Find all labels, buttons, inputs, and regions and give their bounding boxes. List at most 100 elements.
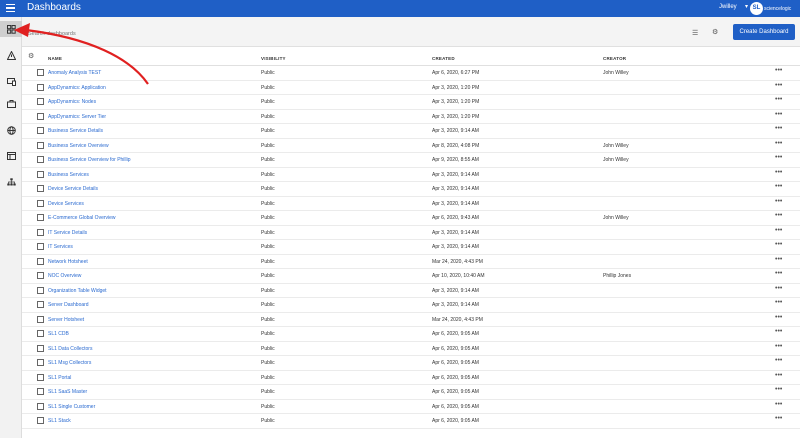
- create-dashboard-button[interactable]: Create Dashboard: [733, 24, 795, 40]
- more-options-icon[interactable]: •••: [775, 212, 782, 219]
- more-options-icon[interactable]: •••: [775, 256, 782, 263]
- column-header-created[interactable]: CREATED: [432, 56, 455, 61]
- row-checkbox[interactable]: [37, 228, 44, 236]
- more-options-icon[interactable]: •••: [775, 227, 782, 234]
- business-services-icon[interactable]: [0, 96, 22, 112]
- row-checkbox[interactable]: [37, 98, 44, 105]
- list-view-icon[interactable]: ☰: [692, 29, 698, 37]
- row-checkbox[interactable]: [37, 402, 44, 410]
- search-input[interactable]: [28, 27, 628, 41]
- table-row[interactable]: Network Hotsheet Public Mar 24, 2020, 4:43…: [22, 255, 800, 269]
- more-options-icon[interactable]: •••: [775, 67, 782, 74]
- dashboard-name-link[interactable]: Device Service Details: [48, 186, 98, 192]
- more-options-icon[interactable]: •••: [775, 169, 782, 176]
- table-row[interactable]: Anomaly Analysis TEST Public Apr 6, 2020, …: [22, 66, 800, 81]
- table-row[interactable]: Business Service Overview for Phillip Pub…: [22, 153, 800, 168]
- more-options-icon[interactable]: •••: [775, 386, 782, 393]
- dashboard-name-link[interactable]: SL1 Portal: [48, 375, 71, 381]
- more-options-icon[interactable]: •••: [775, 343, 782, 350]
- row-checkbox[interactable]: [37, 69, 44, 76]
- dashboard-name-link[interactable]: SL1 Msg Collectors: [48, 360, 91, 366]
- row-checkbox[interactable]: [37, 272, 44, 279]
- more-options-icon[interactable]: •••: [775, 125, 782, 132]
- column-header-visibility[interactable]: VISIBILITY: [261, 56, 286, 61]
- row-checkbox[interactable]: [37, 112, 44, 120]
- table-row[interactable]: SL1 Single Customer Public Apr 6, 2020, 9:…: [22, 400, 800, 414]
- more-options-icon[interactable]: •••: [775, 401, 782, 408]
- table-row[interactable]: AppDynamics: Application Public Apr 3, 202…: [22, 81, 800, 95]
- more-options-icon[interactable]: •••: [775, 357, 782, 364]
- alert-icon[interactable]: [0, 47, 22, 63]
- dashboard-name-link[interactable]: Device Services: [48, 201, 84, 207]
- table-row[interactable]: Organization Table Widget Public Apr 3, 20…: [22, 284, 800, 298]
- dashboard-name-link[interactable]: SL1 Single Customer: [48, 404, 95, 410]
- row-checkbox[interactable]: [37, 141, 44, 149]
- row-checkbox[interactable]: [37, 185, 44, 192]
- row-checkbox[interactable]: [37, 417, 44, 424]
- gear-icon[interactable]: ⚙: [712, 28, 718, 36]
- column-settings-gear-icon[interactable]: ⚙: [28, 52, 34, 60]
- more-options-icon[interactable]: •••: [775, 415, 782, 422]
- row-checkbox[interactable]: [37, 199, 44, 207]
- table-row[interactable]: SL1 Portal Public Apr 6, 2020, 9:05 AM •••: [22, 371, 800, 385]
- table-row[interactable]: Business Service Details Public Apr 3, 202…: [22, 124, 800, 139]
- dashboard-name-link[interactable]: Business Service Details: [48, 128, 103, 134]
- table-row[interactable]: IT Service Details Public Apr 3, 2020, 9:1…: [22, 226, 800, 240]
- table-row[interactable]: SL1 Stack Public Apr 6, 2020, 9:05 AM •••: [22, 414, 800, 429]
- dashboard-name-link[interactable]: E-Commerce Global Overview: [48, 215, 116, 221]
- hamburger-menu-icon[interactable]: [6, 4, 15, 13]
- dashboard-name-link[interactable]: Business Service Overview for Phillip: [48, 157, 131, 163]
- row-checkbox[interactable]: [37, 359, 44, 366]
- row-checkbox[interactable]: [37, 170, 44, 178]
- more-options-icon[interactable]: •••: [775, 82, 782, 89]
- dashboard-name-link[interactable]: AppDynamics: Application: [48, 85, 106, 91]
- table-row[interactable]: AppDynamics: Nodes Public Apr 3, 2020, 1:2…: [22, 95, 800, 110]
- row-checkbox[interactable]: [37, 388, 44, 395]
- table-row[interactable]: SL1 SaaS Master Public Apr 6, 2020, 9:05 A…: [22, 385, 800, 400]
- table-row[interactable]: Device Service Details Public Apr 3, 2020,…: [22, 182, 800, 197]
- more-options-icon[interactable]: •••: [775, 299, 782, 306]
- user-menu[interactable]: Jwilley: [719, 4, 737, 10]
- row-checkbox[interactable]: [37, 301, 44, 308]
- topology-icon[interactable]: [0, 174, 22, 190]
- row-checkbox[interactable]: [37, 83, 44, 91]
- chevron-down-icon[interactable]: ▾: [745, 3, 748, 10]
- table-row[interactable]: Business Services Public Apr 3, 2020, 9:14…: [22, 168, 800, 182]
- column-header-creator[interactable]: CREATOR: [603, 56, 626, 61]
- row-checkbox[interactable]: [37, 286, 44, 294]
- table-row[interactable]: NOC Overview Public Apr 10, 2020, 10:40 AM…: [22, 269, 800, 284]
- table-row[interactable]: Business Service Overview Public Apr 8, 20…: [22, 139, 800, 153]
- more-options-icon[interactable]: •••: [775, 241, 782, 248]
- row-checkbox[interactable]: [37, 214, 44, 221]
- row-checkbox[interactable]: [37, 344, 44, 352]
- table-row[interactable]: Device Services Public Apr 3, 2020, 9:14 A…: [22, 197, 800, 211]
- dashboard-name-link[interactable]: Anomaly Analysis TEST: [48, 70, 101, 76]
- devices-icon[interactable]: [0, 74, 22, 90]
- dashboard-name-link[interactable]: Network Hotsheet: [48, 259, 88, 265]
- more-options-icon[interactable]: •••: [775, 96, 782, 103]
- table-row[interactable]: AppDynamics: Server Tier Public Apr 3, 202…: [22, 110, 800, 124]
- table-row[interactable]: Server Hotsheet Public Mar 24, 2020, 4:43 …: [22, 313, 800, 327]
- more-options-icon[interactable]: •••: [775, 328, 782, 335]
- more-options-icon[interactable]: •••: [775, 270, 782, 277]
- more-options-icon[interactable]: •••: [775, 372, 782, 379]
- dashboards-icon[interactable]: [0, 21, 22, 37]
- dashboard-name-link[interactable]: SL1 CDB: [48, 331, 69, 337]
- row-checkbox[interactable]: [37, 243, 44, 250]
- dashboard-name-link[interactable]: SL1 SaaS Master: [48, 389, 87, 395]
- more-options-icon[interactable]: •••: [775, 154, 782, 161]
- row-checkbox[interactable]: [37, 156, 44, 163]
- dashboard-name-link[interactable]: IT Service Details: [48, 230, 87, 236]
- dashboard-name-link[interactable]: Server Dashboard: [48, 302, 89, 308]
- more-options-icon[interactable]: •••: [775, 183, 782, 190]
- table-row[interactable]: SL1 CDB Public Apr 6, 2020, 9:05 AM •••: [22, 327, 800, 342]
- column-header-name[interactable]: NAME: [48, 56, 62, 61]
- row-checkbox[interactable]: [37, 127, 44, 134]
- row-checkbox[interactable]: [37, 257, 44, 265]
- global-icon[interactable]: [0, 122, 22, 138]
- row-checkbox[interactable]: [37, 315, 44, 323]
- more-options-icon[interactable]: •••: [775, 314, 782, 321]
- row-checkbox[interactable]: [37, 373, 44, 381]
- dashboard-name-link[interactable]: NOC Overview: [48, 273, 81, 279]
- dashboard-name-link[interactable]: AppDynamics: Server Tier: [48, 114, 106, 120]
